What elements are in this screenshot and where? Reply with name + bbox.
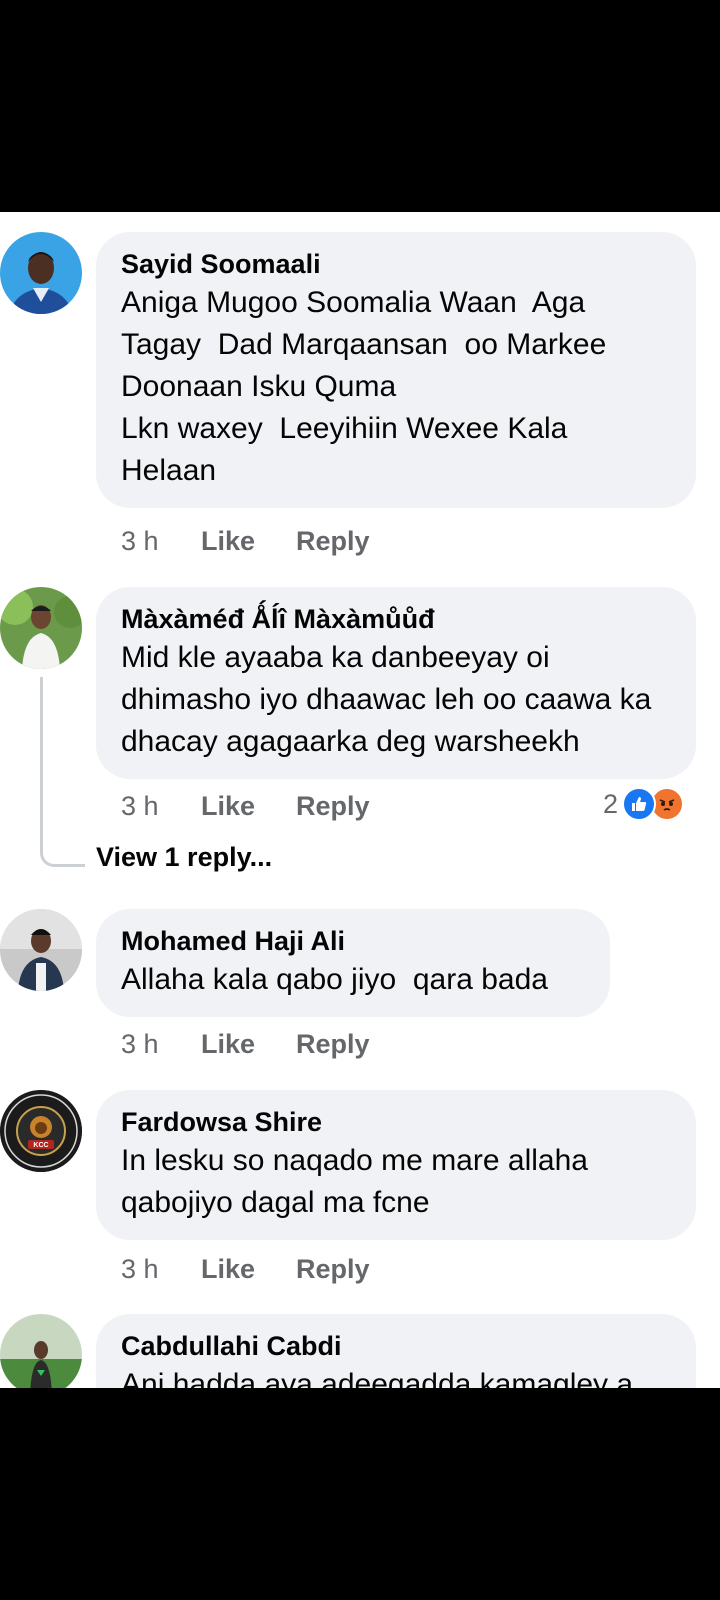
reply-button[interactable]: Reply xyxy=(296,1029,370,1060)
comment-author[interactable]: Fardowsa Shire xyxy=(121,1104,670,1140)
comment-time: 3 h xyxy=(121,1029,159,1059)
comment-bubble[interactable]: Fardowsa Shire In lesku so naqado me mar… xyxy=(96,1090,696,1240)
svg-text:KCC: KCC xyxy=(33,1142,48,1149)
comment-time: 3 h xyxy=(121,526,159,556)
thread-line xyxy=(40,677,85,867)
like-button[interactable]: Like xyxy=(201,526,255,557)
reaction-summary[interactable]: 2 xyxy=(603,787,684,821)
avatar[interactable] xyxy=(0,1314,82,1388)
comment-author[interactable]: Sayid Soomaali xyxy=(121,246,670,282)
comment-text: Aniga Mugoo Soomalia Waan Aga Tagay Dad … xyxy=(121,286,607,487)
comment-author[interactable]: Cabdullahi Cabdi xyxy=(121,1328,670,1364)
avatar[interactable] xyxy=(0,232,82,314)
comment-author[interactable]: Mohamed Haji Ali xyxy=(121,923,584,959)
reply-button[interactable]: Reply xyxy=(296,791,370,822)
comment-bubble[interactable]: Cabdullahi Cabdi Ani hadda aya adeegadda… xyxy=(96,1314,696,1388)
comment-bubble[interactable]: Mohamed Haji Ali Allaha kala qabo jiyo q… xyxy=(96,909,610,1017)
navigation-bar-area xyxy=(0,1388,720,1600)
like-button[interactable]: Like xyxy=(201,791,255,822)
comment-time: 3 h xyxy=(121,791,159,821)
comment-bubble[interactable]: Màxàméđ Ǻĺî Màxàmůůđ Mid kle ayaaba ka d… xyxy=(96,587,696,779)
comment-author[interactable]: Màxàméđ Ǻĺî Màxàmůůđ xyxy=(121,601,670,637)
avatar[interactable] xyxy=(0,587,82,669)
like-icon xyxy=(622,787,656,821)
comment-text: Ani hadda aya adeegadda kamagley a xyxy=(121,1368,634,1388)
avatar[interactable]: KCC xyxy=(0,1090,82,1172)
like-button[interactable]: Like xyxy=(201,1254,255,1285)
reply-button[interactable]: Reply xyxy=(296,526,370,557)
avatar[interactable] xyxy=(0,909,82,991)
like-button[interactable]: Like xyxy=(201,1029,255,1060)
comment-text: In lesku so naqado me mare allaha qaboji… xyxy=(121,1144,597,1219)
view-replies-link[interactable]: View 1 reply... xyxy=(96,842,272,873)
comment-text: Mid kle ayaaba ka danbeeyay oi dhimasho … xyxy=(121,641,660,758)
reply-button[interactable]: Reply xyxy=(296,1254,370,1285)
comment-text: Allaha kala qabo jiyo qara bada xyxy=(121,963,548,996)
comments-list[interactable]: Sayid Soomaali Aniga Mugoo Soomalia Waan… xyxy=(0,212,720,1388)
reaction-count: 2 xyxy=(602,788,618,819)
comment-time: 3 h xyxy=(121,1254,159,1284)
status-bar-area xyxy=(0,0,720,212)
comment-bubble[interactable]: Sayid Soomaali Aniga Mugoo Soomalia Waan… xyxy=(96,232,696,508)
